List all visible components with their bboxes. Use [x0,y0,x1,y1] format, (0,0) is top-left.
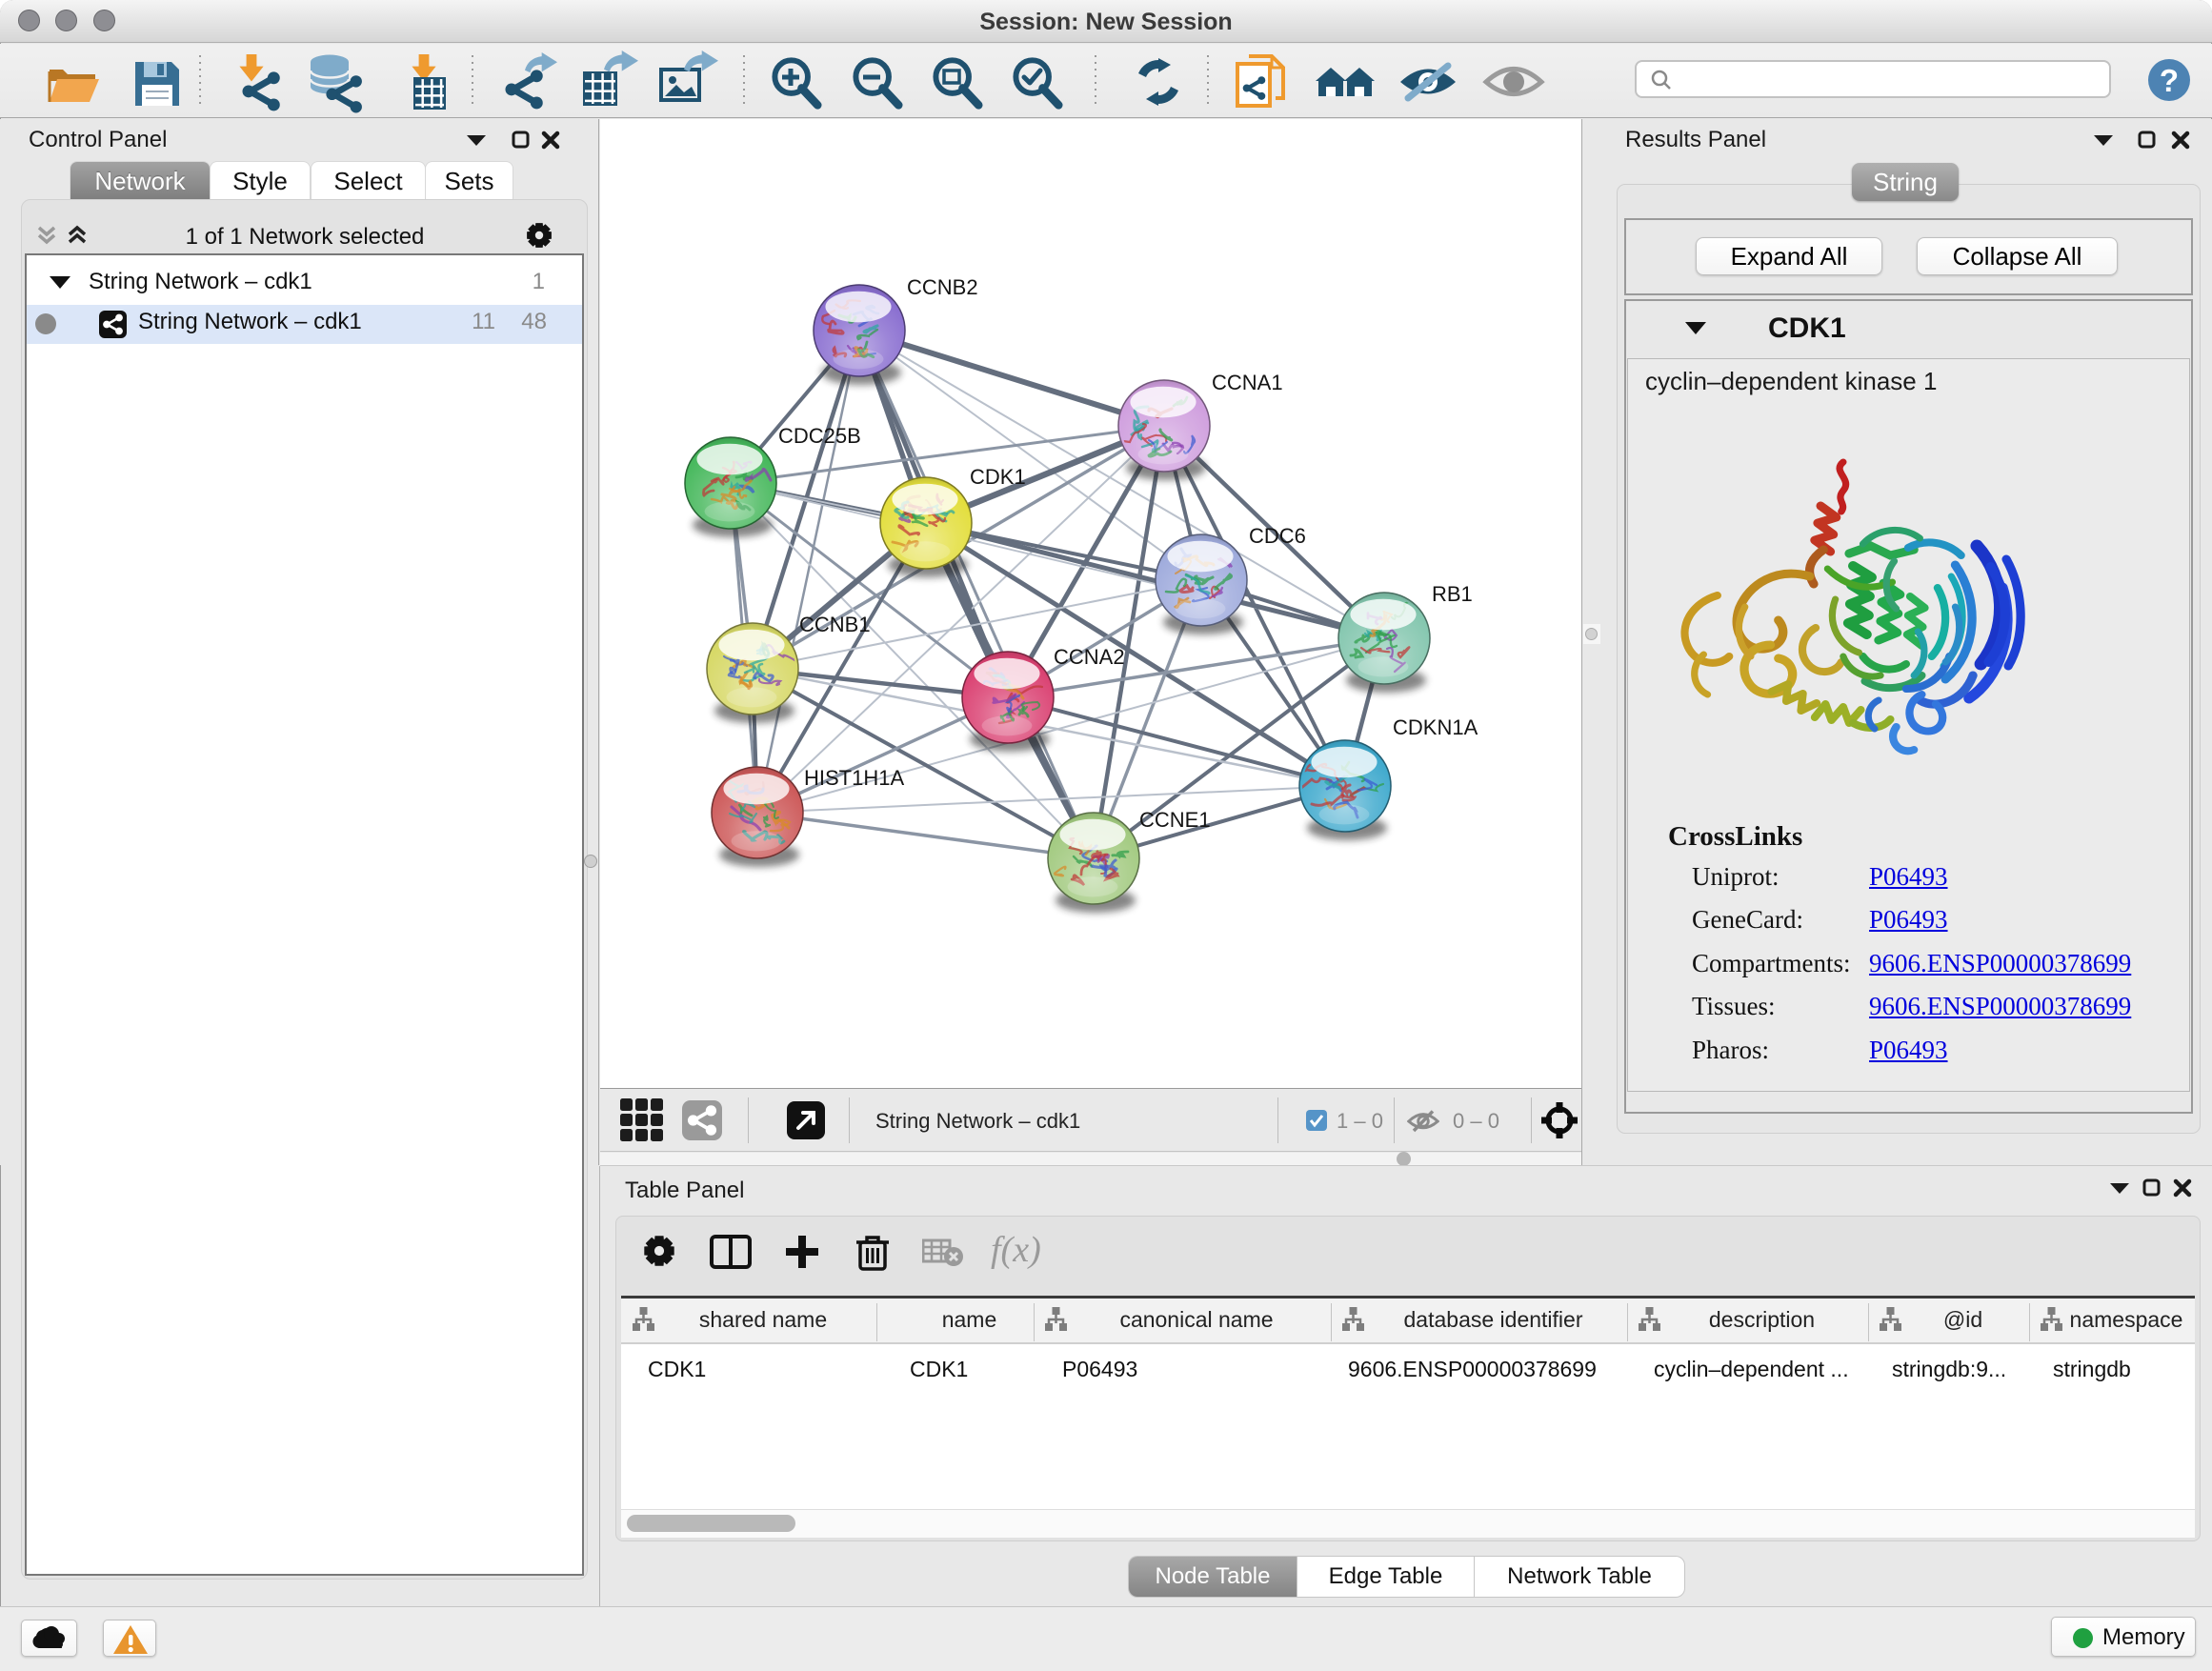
svg-text:CDK1: CDK1 [970,465,1026,489]
svg-text:CCNA2: CCNA2 [1054,645,1125,669]
svg-text:?: ? [2160,63,2179,98]
svg-text:HIST1H1A: HIST1H1A [804,766,904,790]
svg-text:RB1: RB1 [1432,582,1473,606]
svg-text:CDC6: CDC6 [1249,524,1306,548]
svg-text:CDKN1A: CDKN1A [1393,715,1478,739]
svg-text:CCNB2: CCNB2 [907,275,978,299]
svg-text:CCNE1: CCNE1 [1139,808,1211,832]
svg-text:CDC25B: CDC25B [778,424,861,448]
svg-text:CCNB1: CCNB1 [799,613,871,636]
svg-text:CCNA1: CCNA1 [1212,371,1283,394]
